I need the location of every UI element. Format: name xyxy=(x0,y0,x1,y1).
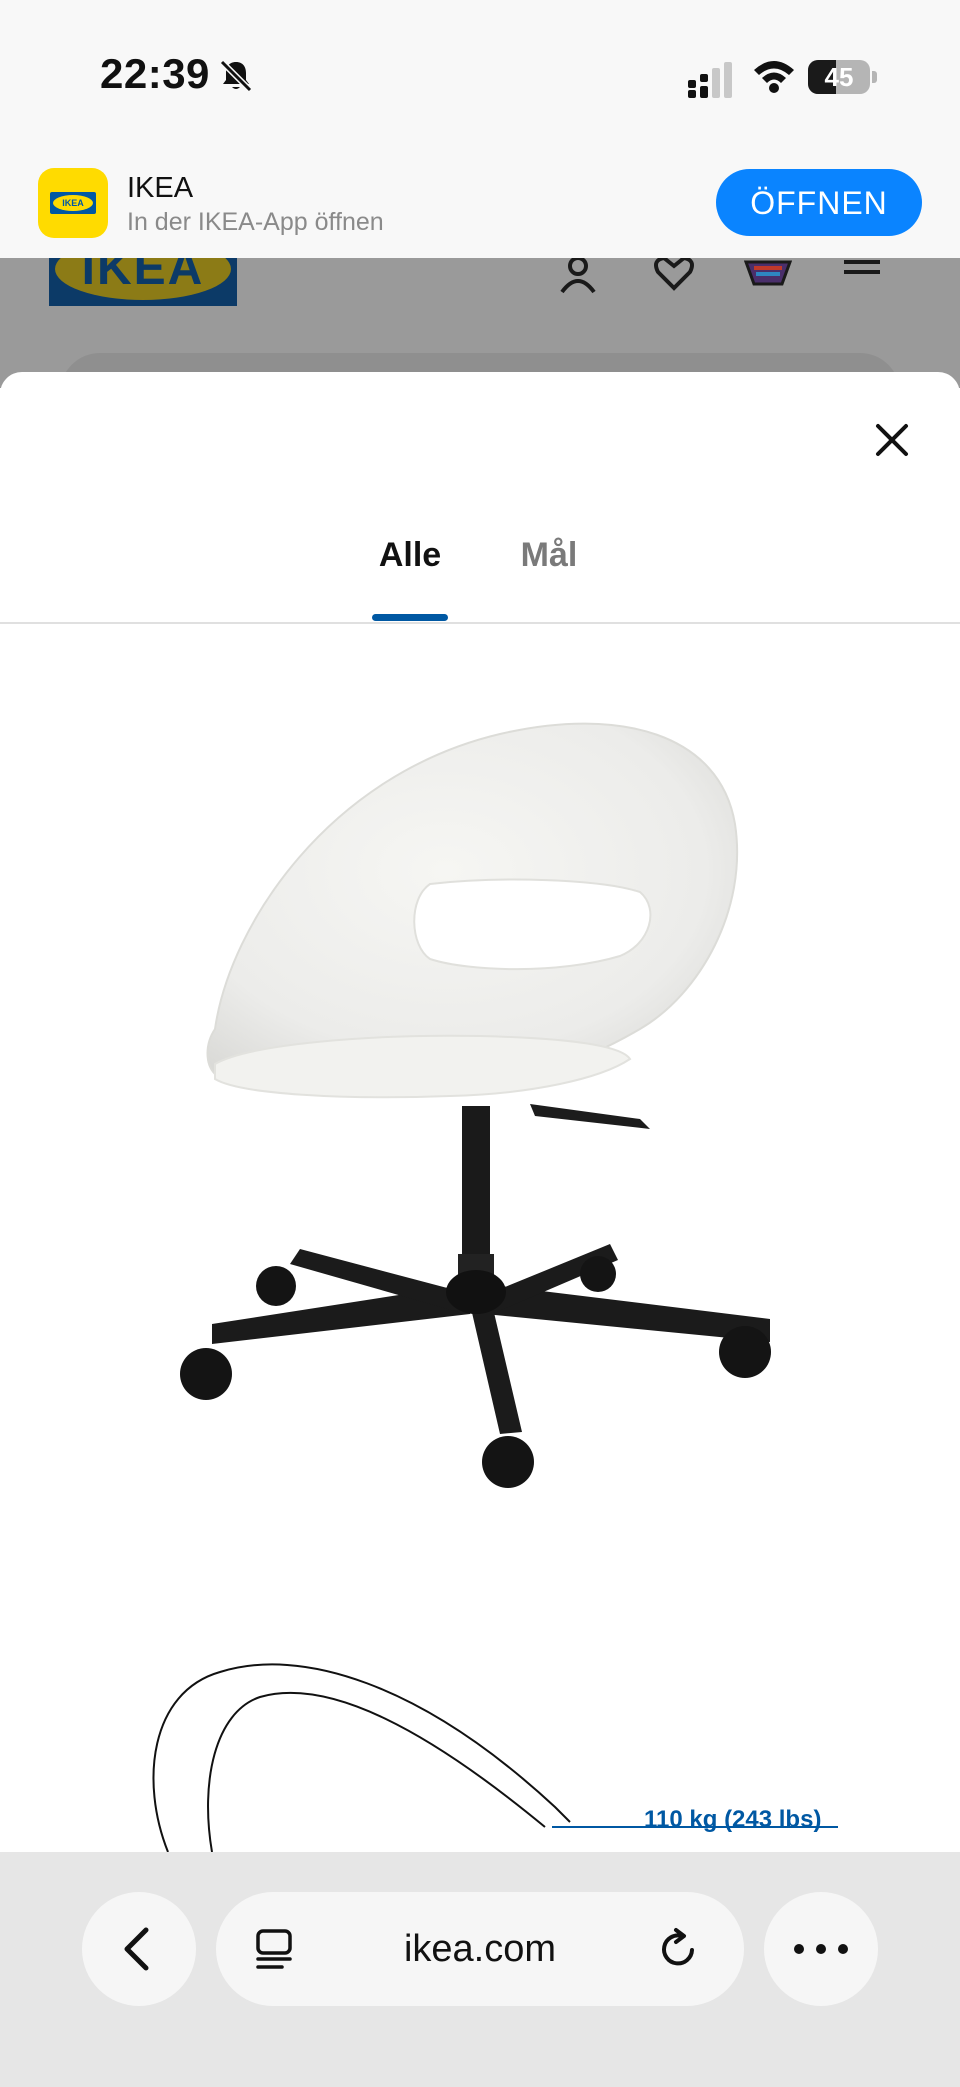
battery-level: 45 xyxy=(824,62,854,92)
more-button[interactable] xyxy=(764,1892,878,2006)
close-icon xyxy=(876,424,908,456)
app-banner: IKEA IKEA In der IKEA-App öffnen ÖFFNEN xyxy=(0,150,960,259)
app-subtitle: In der IKEA-App öffnen xyxy=(127,208,384,236)
weight-capacity-label: 110 kg (243 lbs) xyxy=(644,1806,822,1833)
product-image-chair[interactable] xyxy=(0,624,960,1564)
close-button[interactable] xyxy=(870,418,914,462)
status-bar: 22:39 45 xyxy=(0,0,960,150)
app-icon-logo-text: IKEA xyxy=(53,195,93,211)
battery-icon: 45 xyxy=(808,60,878,96)
gallery-tabs: Alle Mål xyxy=(0,522,960,624)
user-icon[interactable] xyxy=(554,258,602,298)
heart-icon[interactable] xyxy=(650,258,698,298)
app-name: IKEA xyxy=(127,172,194,204)
ikea-logo[interactable]: IKEA xyxy=(49,258,237,306)
tab-alle[interactable]: Alle xyxy=(362,522,458,622)
back-button[interactable] xyxy=(82,1892,196,2006)
more-icon xyxy=(794,1944,848,1954)
open-app-button[interactable]: ÖFFNEN xyxy=(716,169,922,236)
cart-icon[interactable] xyxy=(744,258,792,298)
address-bar[interactable]: ikea.com xyxy=(216,1892,744,2006)
back-icon xyxy=(124,1927,149,1971)
menu-icon[interactable] xyxy=(840,258,888,298)
browser-toolbar: ikea.com xyxy=(0,1852,960,2087)
ikea-app-icon[interactable]: IKEA xyxy=(38,168,108,238)
ikea-logo-text: IKEA xyxy=(55,258,231,300)
bell-slash-icon xyxy=(219,59,253,93)
clock: 22:39 xyxy=(100,50,210,97)
media-gallery-modal: Alle Mål 110 kg (243 lbs) xyxy=(0,372,960,1852)
tab-maal[interactable]: Mål xyxy=(508,522,590,622)
wifi-icon xyxy=(754,61,794,93)
reload-icon[interactable] xyxy=(656,1926,702,1972)
signal-icon xyxy=(688,62,732,98)
active-tab-indicator xyxy=(372,614,448,621)
site-header: IKEA xyxy=(0,258,960,388)
